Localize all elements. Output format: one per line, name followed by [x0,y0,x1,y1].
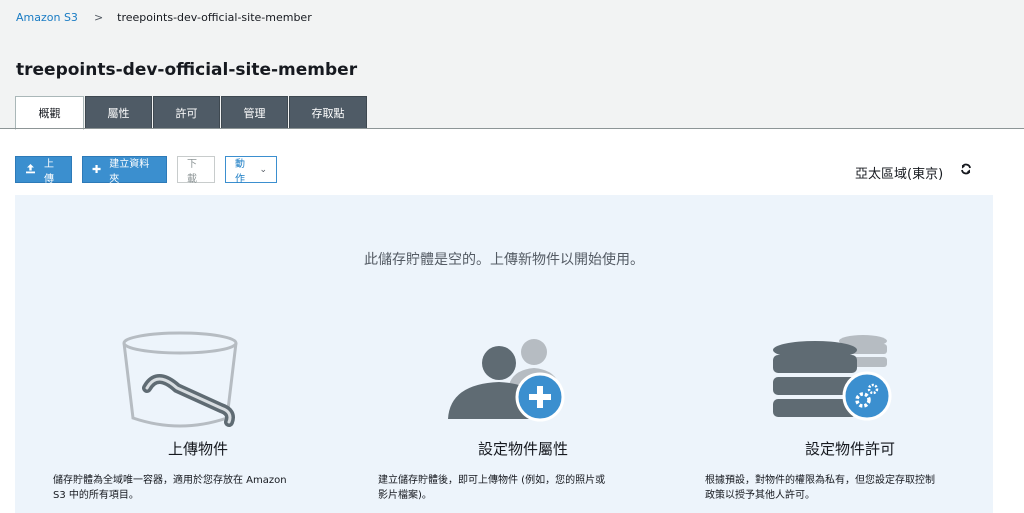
breadcrumb-separator: > [93,11,104,24]
actions-dropdown[interactable]: 動作 ⌄ [225,156,277,185]
feature-title: 設定物件屬性 [477,440,568,458]
feature-description-line: 政策以授予其他人許可。 [705,490,815,501]
feature-description-line: 根據預設，對物件的權限為私有，但您設定存取控制 [705,475,935,486]
upload-icon [25,163,36,177]
empty-bucket-panel: 此儲存貯體是空的。上傳新物件以開始使用。 上傳物件 儲存貯體為全域唯一容器，適用… [15,195,993,513]
download-button[interactable]: 下載 [177,156,215,185]
tab-properties[interactable]: 屬性 [85,96,152,129]
empty-bucket-message: 此儲存貯體是空的。上傳新物件以開始使用。 [364,252,644,268]
upload-button[interactable]: 上傳 [15,156,72,185]
feature-description: 根據預設，對物件的權限為私有，但您設定存取控制 政策以授予其他人許可。 [705,473,995,503]
feature-object-properties: 設定物件屬性 建立儲存貯體後，即可上傳物件 (例如，您的照片或 影片檔案)。 [378,330,668,503]
tab-overview[interactable]: 概觀 [15,96,84,130]
breadcrumb-amazon-s3-link[interactable]: Amazon S3 [16,11,78,24]
create-folder-button-label: 建立資料夾 [109,158,150,185]
database-settings-icon [705,330,995,430]
bucket-icon [53,330,343,430]
feature-upload-objects: 上傳物件 儲存貯體為全域唯一容器，適用於您存放在 Amazon S3 中的所有項… [53,330,343,503]
upload-button-label: 上傳 [44,158,54,185]
tab-permissions[interactable]: 許可 [153,96,220,129]
plus-icon: ✚ [92,163,102,176]
feature-object-permissions: 設定物件許可 根據預設，對物件的權限為私有，但您設定存取控制 政策以授予其他人許… [705,330,995,503]
tab-management[interactable]: 管理 [221,96,288,129]
tab-bar: 概觀 屬性 許可 管理 存取點 [15,96,368,130]
chevron-down-icon: ⌄ [259,164,267,175]
tab-divider [0,128,1024,129]
feature-description-line: 儲存貯體為全域唯一容器，適用於您存放在 Amazon [53,475,287,486]
create-folder-button[interactable]: ✚ 建立資料夾 [82,156,167,185]
feature-description: 建立儲存貯體後，即可上傳物件 (例如，您的照片或 影片檔案)。 [378,473,668,503]
feature-title: 上傳物件 [167,440,228,458]
region-label: 亞太區域(東京) [855,167,944,182]
users-add-icon [378,330,668,430]
feature-description-line: 影片檔案)。 [378,490,432,501]
refresh-icon[interactable] [960,163,972,179]
breadcrumb-current: treepoints-dev-official-site-member [117,11,312,24]
page-title: treepoints-dev-official-site-member [16,60,358,80]
tab-access-points[interactable]: 存取點 [289,96,367,129]
actions-dropdown-label: 動作 [235,158,245,185]
feature-description-line: S3 中的所有項目。 [53,490,139,501]
breadcrumb: Amazon S3 > treepoints-dev-official-site… [16,11,312,24]
toolbar: 上傳 ✚ 建立資料夾 下載 動作 ⌄ [15,156,287,185]
feature-description-line: 建立儲存貯體後，即可上傳物件 (例如，您的照片或 [378,475,606,486]
feature-title: 設定物件許可 [804,440,895,458]
feature-description: 儲存貯體為全域唯一容器，適用於您存放在 Amazon S3 中的所有項目。 [53,473,343,503]
